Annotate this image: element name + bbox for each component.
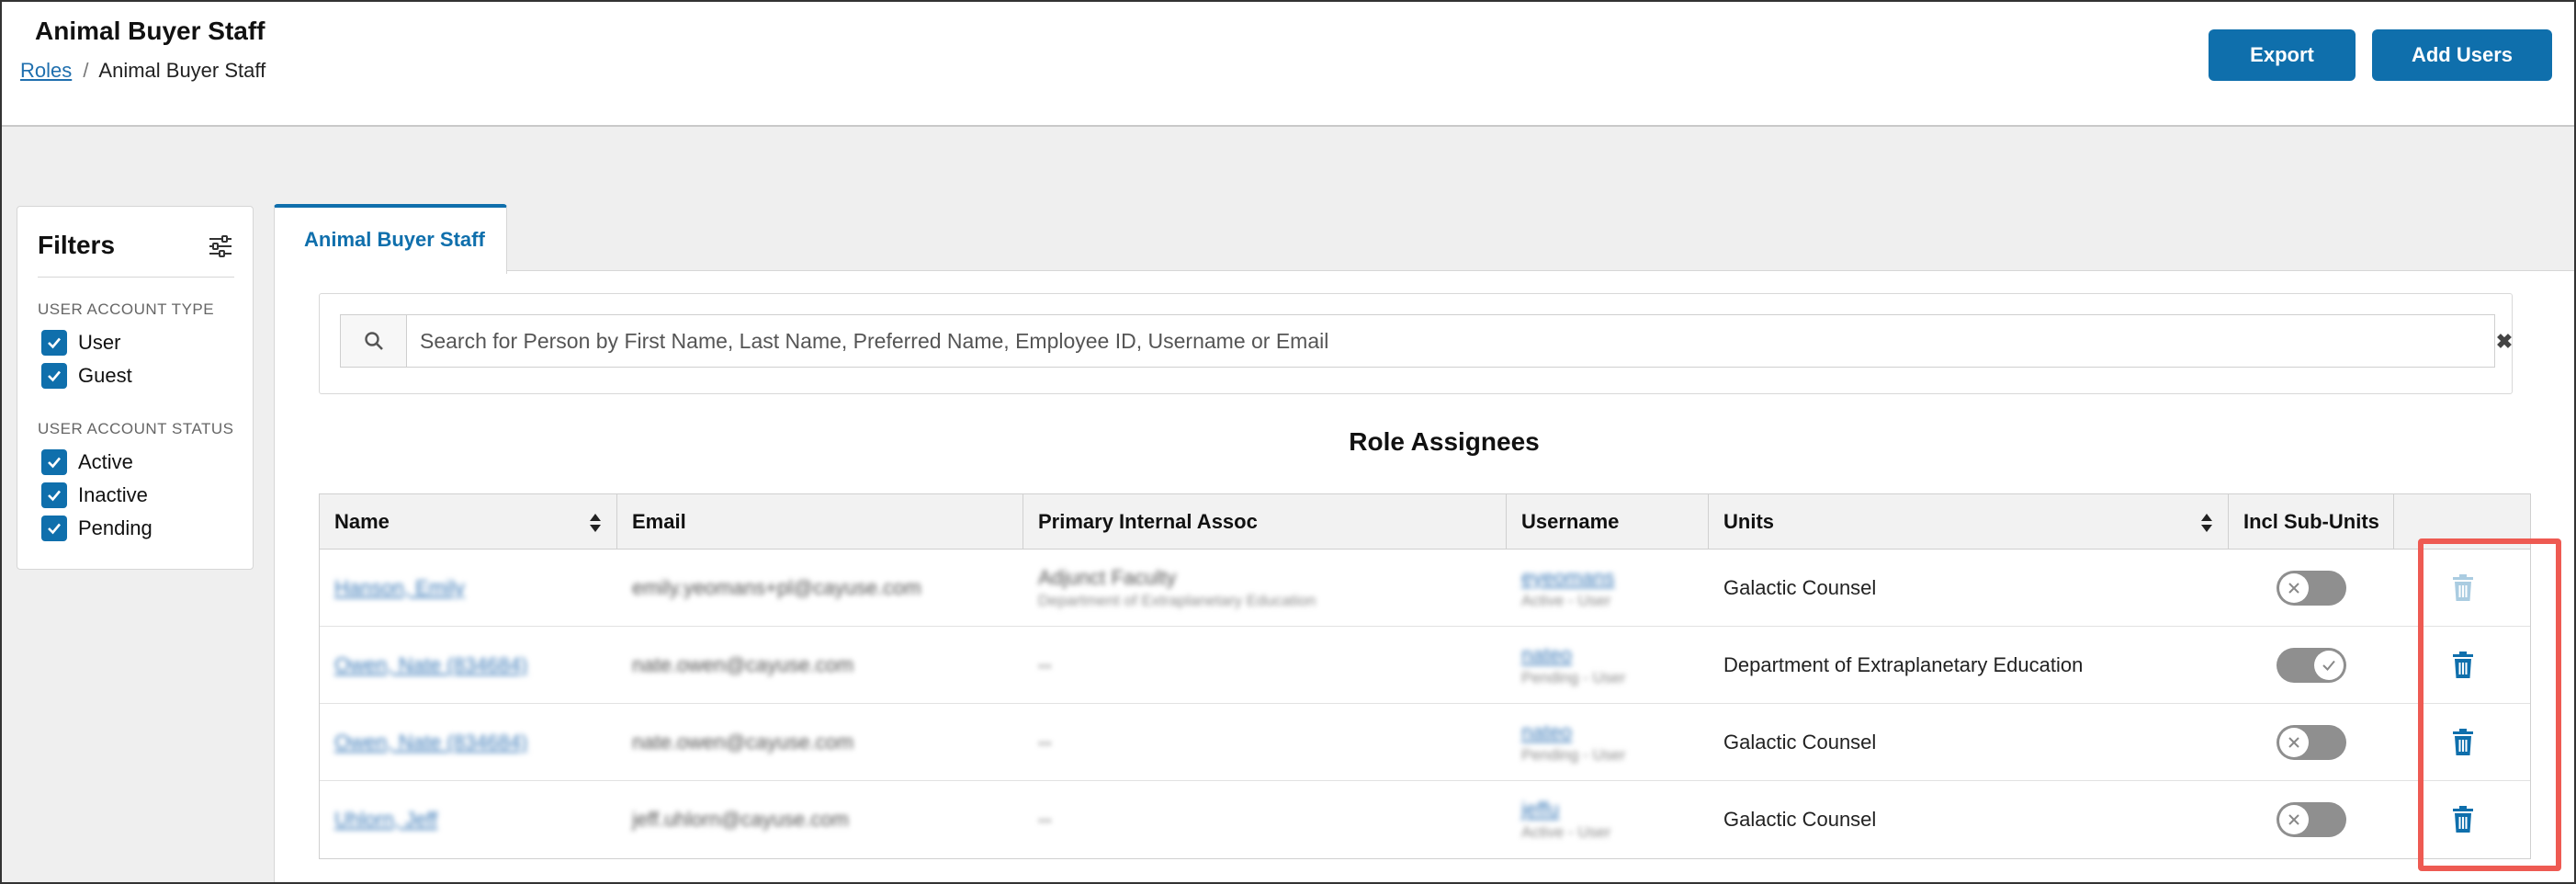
column-header-username: Username: [1507, 494, 1709, 550]
column-header-units[interactable]: Units: [1709, 494, 2229, 550]
clear-search-icon[interactable]: ✖: [2488, 325, 2521, 358]
breadcrumb-roles-link[interactable]: Roles: [20, 59, 72, 82]
assignee-unit: Department of Extraplanetary Education: [1723, 653, 2084, 676]
checkbox-checked-icon[interactable]: [41, 482, 67, 508]
column-header-name[interactable]: Name: [320, 494, 617, 550]
assignee-assoc: --: [1038, 653, 1052, 676]
assignee-email: emily.yeomans+pl@cayuse.com: [632, 576, 921, 599]
tab-animal-buyer-staff[interactable]: Animal Buyer Staff: [274, 204, 507, 274]
assignee-email: nate.owen@cayuse.com: [632, 731, 854, 754]
filter-guest-label: Guest: [78, 364, 132, 387]
search-icon: [364, 332, 383, 350]
incl-sub-units-toggle[interactable]: [2277, 571, 2346, 606]
filter-user-checkbox[interactable]: User: [41, 330, 120, 356]
add-users-button[interactable]: Add Users: [2372, 29, 2552, 81]
assignee-assoc-department: Department of Extraplanetary Education: [1038, 592, 1316, 609]
assignee-name-link[interactable]: Uhlorn, Jeff: [334, 808, 617, 832]
column-header-email: Email: [617, 494, 1023, 550]
assignee-status: Active - User: [1521, 823, 1611, 841]
checkbox-checked-icon[interactable]: [41, 449, 67, 475]
page-title: Animal Buyer Staff: [35, 17, 266, 45]
incl-sub-units-toggle[interactable]: [2277, 802, 2346, 837]
assignee-status: Active - User: [1521, 592, 1611, 609]
filter-inactive-label: Inactive: [78, 483, 148, 506]
assignee-assoc: --: [1038, 731, 1052, 754]
export-button[interactable]: Export: [2209, 29, 2356, 81]
column-header-incl-sub-units: Incl Sub-Units: [2229, 494, 2394, 550]
checkbox-checked-icon[interactable]: [41, 516, 67, 541]
assignee-assoc: Adjunct Faculty: [1038, 566, 1177, 589]
breadcrumb: Roles / Animal Buyer Staff: [20, 59, 266, 83]
assignee-name-link[interactable]: Hanson, Emily: [334, 576, 617, 600]
filters-title: Filters: [38, 231, 116, 259]
assignee-email: jeff.uhlorn@cayuse.com: [632, 808, 849, 831]
check-icon: [2314, 651, 2344, 680]
assignee-name-link[interactable]: Owen, Nate (834684): [334, 731, 617, 754]
tab-label: Animal Buyer Staff: [304, 228, 485, 251]
app-frame: Animal Buyer Staff Roles / Animal Buyer …: [0, 0, 2576, 884]
assignee-username-link[interactable]: nateo: [1521, 643, 1709, 667]
incl-sub-units-toggle[interactable]: [2277, 725, 2346, 760]
filter-active-checkbox[interactable]: Active: [41, 449, 133, 475]
checkbox-checked-icon[interactable]: [41, 363, 67, 389]
filter-inactive-checkbox[interactable]: Inactive: [41, 482, 148, 508]
role-assignees-title: Role Assignees: [1349, 427, 1540, 456]
assignee-assoc: --: [1038, 808, 1052, 831]
checkbox-checked-icon[interactable]: [41, 330, 67, 356]
sliders-icon[interactable]: [207, 232, 234, 260]
assignee-name-link[interactable]: Owen, Nate (834684): [334, 653, 617, 677]
filter-pending-checkbox[interactable]: Pending: [41, 516, 153, 541]
user-account-status-title: USER ACCOUNT STATUS: [38, 420, 234, 437]
breadcrumb-current: Animal Buyer Staff: [98, 59, 266, 82]
x-icon: [2279, 573, 2309, 603]
filter-user-label: User: [78, 331, 121, 354]
assignee-unit: Galactic Counsel: [1723, 731, 1877, 754]
table-row: Owen, Nate (834684) nate.owen@cayuse.com…: [320, 704, 2530, 781]
table-row: Owen, Nate (834684) nate.owen@cayuse.com…: [320, 627, 2530, 704]
filters-divider: [38, 277, 234, 278]
table-row: Uhlorn, Jeff jeff.uhlorn@cayuse.com -- j…: [320, 781, 2530, 858]
assignee-unit: Galactic Counsel: [1723, 808, 1877, 831]
x-icon: [2279, 728, 2309, 757]
main-panel: ✖ Role Assignees Name Email Primary Inte…: [274, 270, 2574, 882]
delete-column-highlight: [2418, 538, 2561, 871]
breadcrumb-separator: /: [83, 59, 89, 82]
assignee-username-link[interactable]: eyeomans: [1521, 566, 1709, 590]
assignee-status: Pending - User: [1521, 669, 1626, 686]
table-row: Hanson, Emily emily.yeomans+pl@cayuse.co…: [320, 550, 2530, 627]
search-button[interactable]: [340, 314, 406, 368]
assignee-username-link[interactable]: jeffu: [1521, 798, 1709, 822]
search-card: ✖: [319, 293, 2513, 394]
filter-active-label: Active: [78, 450, 133, 473]
assignee-email: nate.owen@cayuse.com: [632, 653, 854, 676]
page-header: Animal Buyer Staff Roles / Animal Buyer …: [2, 2, 2574, 127]
incl-sub-units-toggle[interactable]: [2277, 648, 2346, 683]
x-icon: [2279, 805, 2309, 834]
table-header: Name Email Primary Internal Assoc Userna…: [320, 494, 2530, 550]
assignee-unit: Galactic Counsel: [1723, 576, 1877, 599]
role-assignees-table: Name Email Primary Internal Assoc Userna…: [319, 493, 2531, 859]
sort-icon[interactable]: [2200, 513, 2213, 533]
assignee-username-link[interactable]: nateo: [1521, 720, 1709, 744]
search-input[interactable]: [406, 314, 2495, 368]
filter-guest-checkbox[interactable]: Guest: [41, 363, 132, 389]
assignee-status: Pending - User: [1521, 746, 1626, 764]
filters-panel: Filters USER ACCOUNT TYPE User Guest USE…: [17, 206, 254, 570]
column-header-primary-internal-assoc: Primary Internal Assoc: [1023, 494, 1507, 550]
user-account-type-title: USER ACCOUNT TYPE: [38, 300, 215, 318]
filter-pending-label: Pending: [78, 516, 153, 539]
sort-icon[interactable]: [589, 513, 602, 533]
